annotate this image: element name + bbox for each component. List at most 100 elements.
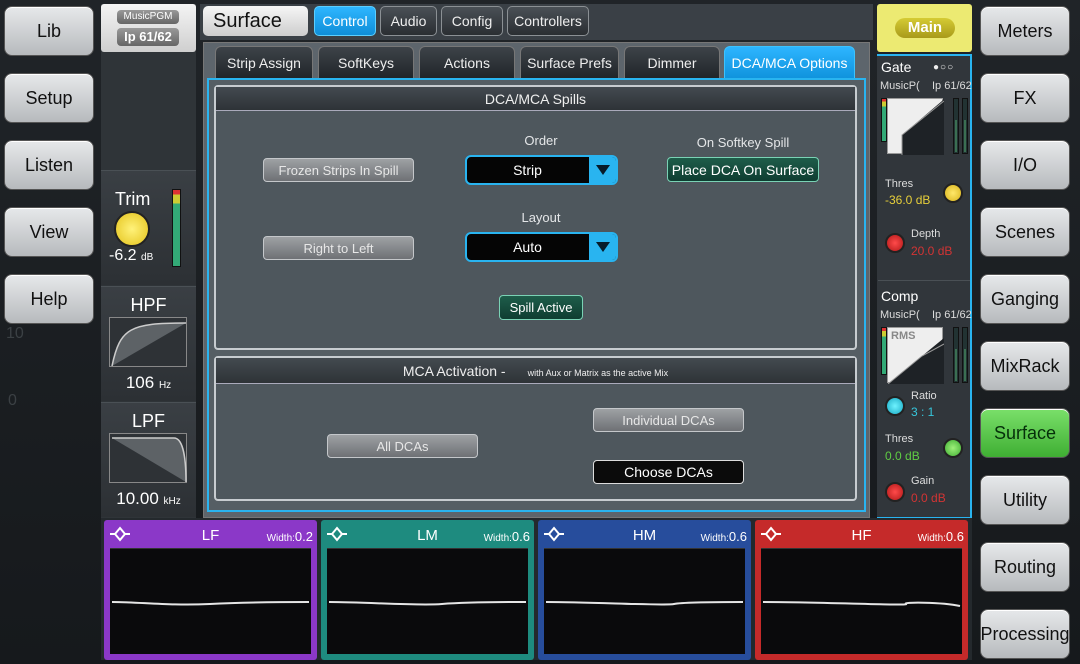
comp-ratio-knob[interactable] [885, 396, 905, 416]
right-to-left-button[interactable]: Right to Left [263, 236, 414, 260]
comp-gain-value: 0.0 dB [911, 491, 946, 505]
nav-lib-button[interactable]: Lib [4, 6, 94, 56]
nav-io-button[interactable]: I/O [980, 140, 1070, 190]
eq-band-header: HF Width:0.6 [755, 520, 968, 548]
comp-thres-unit: dB [905, 449, 920, 463]
eq-width: Width:0.6 [918, 529, 964, 544]
eq-width-value: 0.6 [945, 529, 964, 544]
eq-band-hf[interactable]: HF Width:0.6 [755, 520, 968, 660]
nav-label: Listen [24, 154, 74, 175]
trim-block[interactable]: Trim -6.2 dB [101, 170, 196, 285]
eq-band-header: LM Width:0.6 [321, 520, 534, 548]
bg-scale-label: 0 [8, 392, 17, 409]
subtab-actions[interactable]: Actions [419, 46, 515, 80]
hpf-graph [109, 317, 187, 367]
order-dropdown[interactable]: Strip [465, 155, 618, 185]
subtab-label: Strip Assign [227, 55, 301, 71]
lpf-unit: kHz [163, 496, 181, 507]
nav-surface-button[interactable]: Surface [980, 408, 1070, 458]
eq-width-value: 0.2 [294, 529, 313, 544]
order-value: Strip [513, 162, 542, 178]
comp-graph[interactable]: RMS [887, 327, 945, 385]
mca-title: MCA Activation - [402, 363, 506, 379]
eq-graph[interactable] [110, 548, 311, 654]
eq-graph[interactable] [327, 548, 528, 654]
gate-thres-knob[interactable] [943, 183, 963, 203]
nav-view-button[interactable]: View [4, 207, 94, 257]
comp-gain-knob[interactable] [885, 482, 905, 502]
nav-mixrack-button[interactable]: MixRack [980, 341, 1070, 391]
gate-depth-unit: dB [937, 244, 953, 258]
nav-label: Surface [993, 422, 1057, 443]
eq-width-value: 0.6 [728, 529, 747, 544]
all-dcas-button[interactable]: All DCAs [327, 434, 478, 458]
comp-thres-value: 0.0 dB [885, 449, 920, 463]
lpf-block[interactable]: LPF 10.00 kHz [101, 402, 196, 517]
gate-depth-knob[interactable] [885, 233, 905, 253]
eq-width: Width:0.6 [701, 529, 747, 544]
subtab-dca-mca-options[interactable]: DCA/MCA Options [724, 46, 855, 80]
trim-knob[interactable] [114, 211, 150, 247]
subtab-surface-prefs[interactable]: Surface Prefs [520, 46, 619, 80]
frozen-strips-button[interactable]: Frozen Strips In Spill [263, 158, 414, 182]
choose-dcas-button[interactable]: Choose DCAs [593, 460, 744, 484]
page-dots[interactable]: ●○○ [933, 62, 954, 73]
subtab-softkeys[interactable]: SoftKeys [318, 46, 414, 80]
nav-ganging-button[interactable]: Ganging [980, 274, 1070, 324]
tab-controllers[interactable]: Controllers [507, 6, 589, 36]
eq-width-label: Width: [266, 533, 295, 544]
individual-dcas-button[interactable]: Individual DCAs [593, 408, 744, 432]
mca-header: MCA Activation - with Aux or Matrix as th… [216, 358, 855, 384]
comp-gain-unit: dB [931, 491, 946, 505]
tab-audio[interactable]: Audio [380, 6, 437, 36]
trim-unit: dB [141, 252, 154, 263]
nav-listen-button[interactable]: Listen [4, 140, 94, 190]
nav-label: Scenes [994, 221, 1056, 242]
page-title: Surface [203, 6, 308, 36]
eq-curve [111, 601, 310, 606]
eq-band-lf[interactable]: LF Width:0.2 [104, 520, 317, 660]
main-button[interactable]: Main [895, 18, 955, 38]
section-title: DCA/MCA Spills [216, 87, 855, 111]
mca-activation-section: MCA Activation - with Aux or Matrix as th… [214, 356, 857, 501]
tab-control[interactable]: Control [314, 6, 376, 36]
eq-graph[interactable] [544, 548, 745, 654]
eq-band-lm[interactable]: LM Width:0.6 [321, 520, 534, 660]
trim-value: -6.2 dB [109, 247, 153, 265]
chevron-down-icon [589, 157, 616, 183]
comp-channel: MusicP( [880, 309, 920, 321]
lpf-label: LPF [131, 411, 165, 431]
bg-scale-label: 10 [6, 325, 24, 342]
subtab-dimmer[interactable]: Dimmer [624, 46, 720, 80]
hpf-label: HPF [130, 295, 167, 315]
trim-label: Trim [115, 189, 151, 209]
nav-help-button[interactable]: Help [4, 274, 94, 324]
layout-dropdown[interactable]: Auto [465, 232, 618, 262]
gate-channel: MusicP( [880, 80, 920, 92]
nav-utility-button[interactable]: Utility [980, 475, 1070, 525]
nav-scenes-button[interactable]: Scenes [980, 207, 1070, 257]
tab-config[interactable]: Config [441, 6, 503, 36]
eq-width-label: Width: [700, 533, 729, 544]
gate-depth-label: Depth [911, 228, 941, 240]
eq-graph[interactable] [761, 548, 962, 654]
nav-processing-button[interactable]: Processing [980, 609, 1070, 659]
nav-setup-button[interactable]: Setup [4, 73, 94, 123]
eq-width: Width:0.2 [267, 529, 313, 544]
spill-active-button[interactable]: Spill Active [499, 295, 583, 320]
hpf-block[interactable]: HPF 106 Hz [101, 286, 196, 401]
gate-graph[interactable] [887, 98, 945, 155]
nav-label: MixRack [990, 355, 1060, 376]
place-dca-button[interactable]: Place DCA On Surface [667, 157, 819, 182]
channel-header[interactable]: MusicPGM Ip 61/62 [101, 4, 196, 52]
nav-label: FX [1013, 87, 1037, 108]
eq-band-hm[interactable]: HM Width:0.6 [538, 520, 751, 660]
nav-meters-button[interactable]: Meters [980, 6, 1070, 56]
nav-routing-button[interactable]: Routing [980, 542, 1070, 592]
nav-fx-button[interactable]: FX [980, 73, 1070, 123]
gate-input: Ip 61/62 [932, 80, 972, 92]
comp-thres-knob[interactable] [943, 438, 963, 458]
subtab-strip-assign[interactable]: Strip Assign [215, 46, 313, 80]
order-label: Order [524, 133, 558, 148]
eq-curve [762, 601, 961, 607]
